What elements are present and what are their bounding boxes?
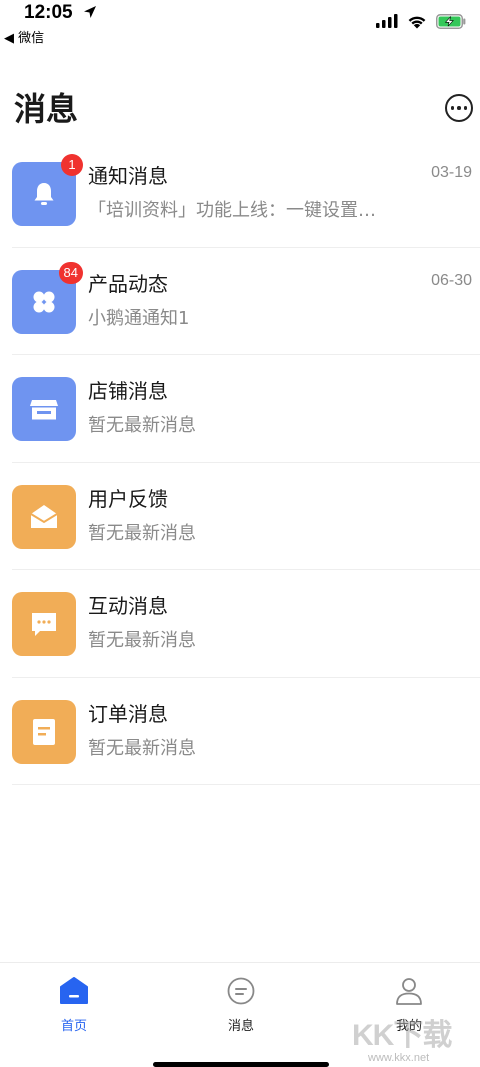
notification-icon-box: 1 xyxy=(12,154,83,226)
more-dots-icon xyxy=(450,106,455,110)
status-indicators xyxy=(376,11,466,31)
tab-home[interactable]: 首页 xyxy=(34,975,114,1034)
message-date: 03-19 xyxy=(431,164,472,181)
status-bar: 12:05 ◀ 微信 xyxy=(0,0,480,48)
divider xyxy=(12,784,480,785)
message-preview: 小鹅通通知1 xyxy=(88,307,190,329)
home-icon xyxy=(60,977,88,1004)
wifi-icon xyxy=(408,16,426,28)
message-item-product-updates[interactable]: 84 产品动态 小鹅通通知1 06-30 xyxy=(0,248,480,355)
product-icon-box: 84 xyxy=(12,261,83,334)
message-preview: 「培训资料」功能上线：一键设置… xyxy=(88,200,376,221)
more-dots-icon xyxy=(457,106,461,110)
message-item-store[interactable]: 店铺消息 暂无最新消息 xyxy=(0,355,480,463)
message-title: 店铺消息 xyxy=(88,379,168,403)
interaction-icon-box xyxy=(12,592,76,656)
location-arrow-icon xyxy=(84,6,96,18)
message-item-user-feedback[interactable]: 用户反馈 暂无最新消息 xyxy=(0,463,480,570)
more-dots-icon xyxy=(463,106,468,110)
tab-messages[interactable]: 消息 xyxy=(201,975,281,1034)
watermark-logo: KK下载 xyxy=(352,1019,452,1052)
cellular-signal-icon xyxy=(376,14,398,28)
orders-icon-box xyxy=(12,699,76,764)
tab-home-label: 首页 xyxy=(60,1019,87,1034)
status-time: 12:05 xyxy=(24,2,73,23)
unread-count-badge: 84 xyxy=(58,261,83,284)
chat-bubble-icon xyxy=(32,613,56,636)
user-profile-icon xyxy=(396,978,422,1005)
battery-charging-icon xyxy=(436,13,466,29)
message-item-interaction[interactable]: 互动消息 暂无最新消息 xyxy=(0,570,480,678)
order-document-icon xyxy=(33,718,55,745)
message-date: 06-30 xyxy=(431,271,472,289)
message-title: 通知消息 xyxy=(88,164,168,188)
back-to-app-link[interactable]: ◀ 微信 xyxy=(4,27,44,46)
message-title: 订单消息 xyxy=(88,701,168,726)
message-title: 用户反馈 xyxy=(88,486,168,511)
home-indicator[interactable] xyxy=(153,1062,329,1067)
message-circle-icon xyxy=(227,977,255,1005)
message-item-orders[interactable]: 订单消息 暂无最新消息 xyxy=(0,678,480,785)
message-preview: 暂无最新消息 xyxy=(88,737,196,759)
message-item-notification[interactable]: 1 通知消息 「培训资料」功能上线：一键设置… 03-19 xyxy=(0,140,480,248)
feedback-icon-box xyxy=(12,484,76,549)
store-icon xyxy=(30,400,58,420)
page-title: 消息 xyxy=(14,90,79,128)
watermark-url: www.kkx.net xyxy=(368,1052,430,1064)
message-title: 产品动态 xyxy=(88,271,168,296)
tab-messages-label: 消息 xyxy=(227,1019,254,1034)
message-title: 互动消息 xyxy=(88,594,168,618)
more-options-button[interactable] xyxy=(445,94,473,122)
message-preview: 暂无最新消息 xyxy=(88,630,196,651)
bell-icon xyxy=(34,183,54,205)
store-icon-box xyxy=(12,377,76,441)
unread-count-badge: 1 xyxy=(61,154,83,176)
product-grid-icon xyxy=(33,291,55,312)
message-category-list: 1 通知消息 「培训资料」功能上线：一键设置… 03-19 84 产品动态 小鹅… xyxy=(0,140,480,785)
envelope-icon xyxy=(30,504,58,528)
message-preview: 暂无最新消息 xyxy=(88,415,196,436)
message-preview: 暂无最新消息 xyxy=(88,522,196,544)
